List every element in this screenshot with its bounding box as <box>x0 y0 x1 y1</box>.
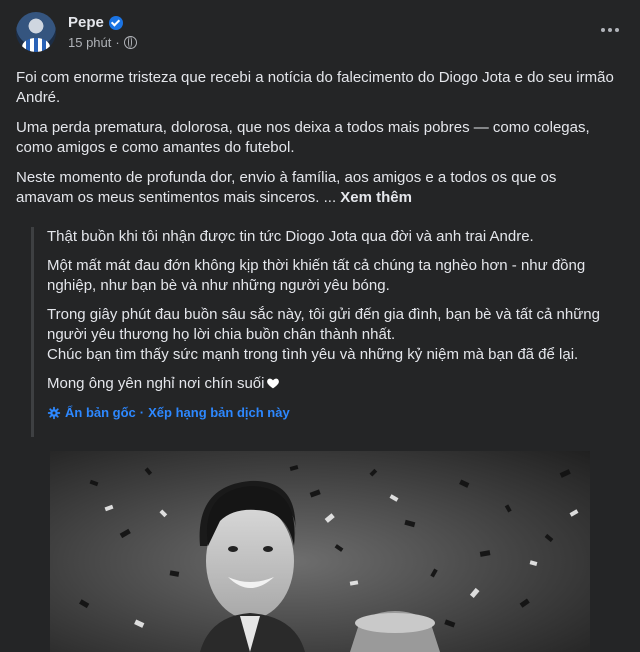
author-name[interactable]: Pepe <box>68 14 104 31</box>
translation-actions: Ẩn bản gốc · Xếp hạng bản dịch này <box>47 403 627 423</box>
author-avatar[interactable] <box>16 12 56 52</box>
more-options-button[interactable] <box>596 20 624 40</box>
post-paragraph: Uma perda prematura, dolorosa, que nos d… <box>16 119 590 156</box>
author-info: Pepe 15 phút · <box>68 14 137 50</box>
translation-paragraph: Chúc bạn tìm thấy sức mạnh trong tình yê… <box>47 346 579 363</box>
actions-separator: · <box>139 405 145 420</box>
globe-icon[interactable] <box>123 36 137 49</box>
facebook-post: Pepe 15 phút · Foi com enorme tristeza q… <box>0 0 640 652</box>
post-header: Pepe 15 phút · <box>16 12 137 52</box>
meta-separator: · <box>115 35 120 50</box>
post-body: Foi com enorme tristeza que recebi a not… <box>16 68 616 218</box>
post-paragraph-last: Neste momento de profunda dor, envio à f… <box>16 168 616 208</box>
more-dot-icon <box>601 28 605 32</box>
post-paragraph: Neste momento de profunda dor, envio à f… <box>16 169 557 206</box>
verified-badge-icon <box>108 15 123 30</box>
post-photo[interactable] <box>50 451 590 652</box>
post-meta: 15 phút · <box>68 35 137 50</box>
translation-paragraph: Một mất mát đau đớn không kịp thời khiến… <box>47 257 586 294</box>
more-dot-icon <box>608 28 612 32</box>
white-heart-icon <box>267 378 280 389</box>
post-paragraph: Foi com enorme tristeza que recebi a not… <box>16 69 614 106</box>
hide-original-link[interactable]: Ẩn bản gốc <box>65 403 136 423</box>
more-dot-icon <box>615 28 619 32</box>
translation-paragraph: Mong ông yên nghỉ nơi chín suối <box>47 375 265 392</box>
author-name-row: Pepe <box>68 14 137 31</box>
translation-paragraph: Thật buồn khi tôi nhận được tin tức Diog… <box>47 228 534 245</box>
gear-icon <box>47 406 61 420</box>
translation-paragraph-last: Mong ông yên nghỉ nơi chín suối <box>47 374 627 394</box>
rate-translation-link[interactable]: Xếp hạng bản dịch này <box>148 403 290 423</box>
photo-image <box>50 451 590 652</box>
translation-paragraph: Trong giây phút đau buồn sâu sắc này, tô… <box>47 306 600 343</box>
translation-block: Thật buồn khi tôi nhận được tin tức Diog… <box>31 227 627 437</box>
post-timestamp[interactable]: 15 phút <box>68 35 111 50</box>
see-more-link[interactable]: Xem thêm <box>340 189 412 206</box>
